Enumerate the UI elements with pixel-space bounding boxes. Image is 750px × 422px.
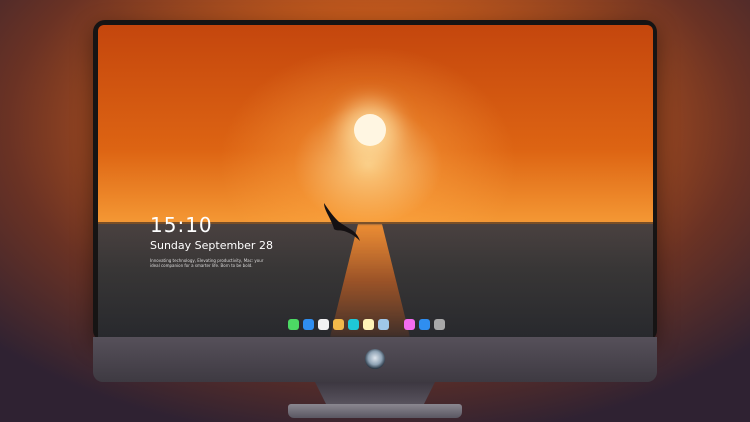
app-store-icon[interactable] — [419, 319, 430, 330]
lock-tagline: Innovating technology, Elevating product… — [150, 258, 264, 268]
preview-icon[interactable] — [378, 319, 389, 330]
seagull-silhouette — [324, 203, 360, 241]
lock-date: Sunday September 28 — [150, 239, 273, 252]
notes-icon[interactable] — [363, 319, 374, 330]
messages-icon[interactable] — [288, 319, 299, 330]
monitor-stand-neck — [315, 382, 435, 406]
sun — [354, 114, 386, 146]
dock — [288, 318, 445, 331]
monitor-stand-base — [288, 404, 462, 418]
clock-icon[interactable] — [318, 319, 329, 330]
claquette-icon[interactable] — [348, 319, 359, 330]
brand-logo — [365, 349, 385, 369]
desktop-screen: 15:10 Sunday September 28 Innovating tec… — [98, 25, 653, 337]
music-icon[interactable] — [404, 319, 415, 330]
photos-icon[interactable] — [333, 319, 344, 330]
finder-icon[interactable] — [303, 319, 314, 330]
wallet-icon[interactable] — [434, 319, 445, 330]
lock-clock: 15:10 — [150, 213, 213, 237]
